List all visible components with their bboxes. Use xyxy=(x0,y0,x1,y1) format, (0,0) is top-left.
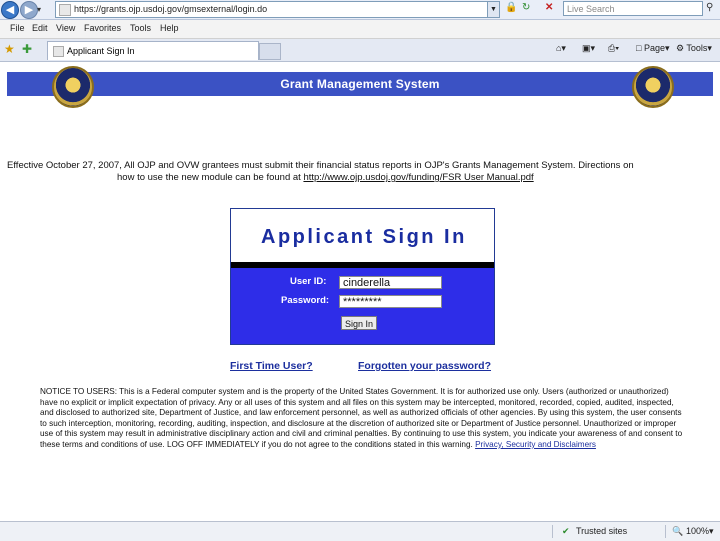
first-time-user-link[interactable]: First Time User? xyxy=(230,360,313,372)
forgot-password-link[interactable]: Forgotten your password? xyxy=(358,360,491,372)
fsr-notice-line2: how to use the new module can be found a… xyxy=(117,172,304,183)
menu-bar: File Edit View Favorites Tools Help xyxy=(0,20,720,39)
stop-icon[interactable]: ✕ xyxy=(545,2,553,13)
tab-bar: ★ ✚ Applicant Sign In ⌂▾ ▣▾ ⎙▾ □ Page▾ ⚙… xyxy=(0,39,720,62)
status-bar: ✔ Trusted sites 🔍 100% ▾ xyxy=(0,521,720,541)
lock-icon[interactable]: 🔒 xyxy=(505,2,517,13)
userid-field[interactable]: cinderella xyxy=(339,276,442,289)
fsr-notice: Effective October 27, 2007, All OJP and … xyxy=(7,160,719,184)
nav-dropdown-icon[interactable]: ▾ xyxy=(37,5,41,14)
security-zone[interactable]: Trusted sites xyxy=(576,526,627,536)
password-field[interactable]: ********* xyxy=(339,295,442,308)
legal-notice: NOTICE TO USERS: This is a Federal compu… xyxy=(40,387,685,451)
home-icon[interactable]: ⌂▾ xyxy=(556,43,566,54)
status-separator xyxy=(665,525,666,538)
menu-favorites[interactable]: Favorites xyxy=(84,23,121,33)
tools-menu[interactable]: ⚙ Tools▾ xyxy=(676,43,712,54)
refresh-icon[interactable]: ↻ xyxy=(522,2,530,13)
forward-arrow-icon[interactable]: ▶ xyxy=(20,1,38,19)
page-title: Grant Management System xyxy=(280,77,440,91)
menu-help[interactable]: Help xyxy=(160,23,179,33)
zoom-dropdown-icon[interactable]: ▾ xyxy=(709,526,714,537)
print-icon[interactable]: ⎙▾ xyxy=(608,43,619,54)
fsr-manual-link[interactable]: http://www.ojp.usdoj.gov/funding/FSR Use… xyxy=(303,172,533,183)
sign-in-button[interactable]: Sign In xyxy=(341,316,377,330)
status-separator xyxy=(552,525,553,538)
url-input[interactable]: https://grants.ojp.usdoj.gov/gmsexternal… xyxy=(55,1,500,18)
signin-header: Applicant Sign In xyxy=(231,209,494,262)
page-menu[interactable]: □ Page▾ xyxy=(636,43,670,54)
address-bar: ◀ ▶ ▾ https://grants.ojp.usdoj.gov/gmsex… xyxy=(0,0,720,20)
signin-form: User ID: cinderella Password: ********* … xyxy=(231,268,494,344)
trusted-check-icon: ✔ xyxy=(562,526,570,536)
tab-applicant-sign-in[interactable]: Applicant Sign In xyxy=(47,41,259,60)
back-arrow-icon[interactable]: ◀ xyxy=(1,1,19,19)
doj-seal-left-icon xyxy=(52,66,94,108)
signin-panel: Applicant Sign In User ID: cinderella Pa… xyxy=(230,208,495,345)
menu-tools[interactable]: Tools xyxy=(130,23,151,33)
privacy-link[interactable]: Privacy, Security and Disclaimers xyxy=(475,440,596,449)
zoom-level[interactable]: 100% xyxy=(686,526,709,536)
header-band: Grant Management System xyxy=(7,72,713,96)
add-favorite-icon[interactable]: ✚ xyxy=(22,42,32,56)
page-favicon-icon xyxy=(59,4,71,16)
zoom-icon: 🔍 xyxy=(672,526,684,536)
url-dropdown-icon[interactable]: ▼ xyxy=(487,2,499,17)
tab-title: Applicant Sign In xyxy=(67,46,135,56)
signin-title: Applicant Sign In xyxy=(261,226,467,248)
userid-label: User ID: xyxy=(290,276,327,287)
menu-edit[interactable]: Edit xyxy=(32,23,48,33)
search-icon[interactable]: ⚲ xyxy=(706,2,713,13)
favorites-star-icon[interactable]: ★ xyxy=(4,42,15,56)
url-text: https://grants.ojp.usdoj.gov/gmsexternal… xyxy=(74,4,268,14)
live-search-input[interactable]: Live Search xyxy=(563,1,703,16)
menu-view[interactable]: View xyxy=(56,23,75,33)
tab-favicon-icon xyxy=(53,46,64,57)
doj-seal-right-icon xyxy=(632,66,674,108)
menu-file[interactable]: File xyxy=(10,23,25,33)
password-label: Password: xyxy=(281,295,330,306)
fsr-notice-line1: Effective October 27, 2007, All OJP and … xyxy=(7,160,634,171)
feeds-icon[interactable]: ▣▾ xyxy=(582,43,595,54)
new-tab-button[interactable] xyxy=(259,43,281,60)
